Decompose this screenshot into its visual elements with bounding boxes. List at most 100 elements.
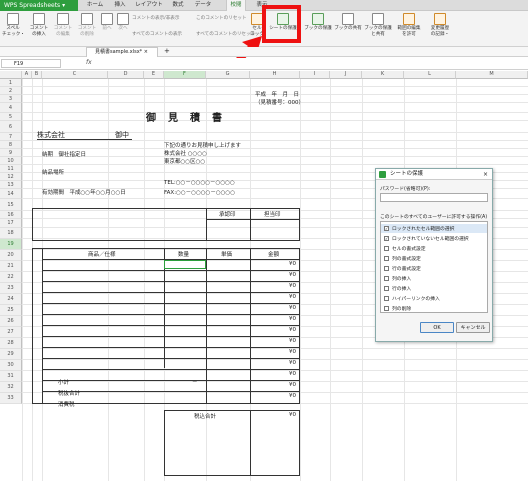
row-header[interactable]: 29: [0, 349, 22, 360]
column-header[interactable]: M: [456, 71, 528, 79]
allow-edit-ranges-button[interactable]: 範囲の編集 を許可: [394, 13, 424, 37]
row-header[interactable]: 8: [0, 141, 22, 149]
tab-data[interactable]: データ: [192, 0, 214, 11]
cancel-button[interactable]: キャンセル: [456, 322, 490, 333]
operation-option[interactable]: セルの書式設定: [381, 244, 487, 253]
tab-formulas[interactable]: 数式: [168, 0, 188, 11]
checkbox[interactable]: [384, 296, 389, 301]
checkbox[interactable]: ✓: [384, 226, 389, 231]
prev-comment-button[interactable]: 前へ: [100, 13, 114, 32]
checkbox[interactable]: [384, 306, 389, 311]
row-header[interactable]: 2: [0, 87, 22, 95]
row-header[interactable]: 17: [0, 219, 22, 228]
selected-cell[interactable]: [164, 260, 206, 269]
row-header[interactable]: 7: [0, 133, 22, 141]
checkbox[interactable]: [384, 266, 389, 271]
column-header[interactable]: D: [108, 71, 144, 79]
tab-layout[interactable]: レイアウト: [134, 0, 164, 11]
column-header[interactable]: A: [22, 71, 32, 79]
checkbox[interactable]: [384, 276, 389, 281]
column-header[interactable]: L: [404, 71, 456, 79]
operation-option[interactable]: ✓ ロックされていないセル範囲の選択: [381, 234, 487, 243]
row-header[interactable]: 32: [0, 382, 22, 393]
row-header[interactable]: 15: [0, 199, 22, 211]
operation-option[interactable]: 列の削除: [381, 304, 487, 312]
row-header[interactable]: 31: [0, 371, 22, 382]
checkbox[interactable]: [384, 246, 389, 251]
gridline: [22, 156, 528, 157]
password-input[interactable]: [380, 193, 488, 202]
protect-share-book-button[interactable]: ブックの保護 と共有: [364, 13, 392, 37]
row-header[interactable]: 21: [0, 261, 22, 272]
row-header[interactable]: 23: [0, 283, 22, 294]
track-changes-button[interactable]: 変更履歴 の記録・: [426, 13, 454, 37]
row-header[interactable]: 33: [0, 393, 22, 404]
app-menu-button[interactable]: WPS Spreadsheets ▾: [0, 0, 78, 11]
protect-book-button[interactable]: ブックの保護: [304, 13, 332, 32]
total-amount: ¥0: [289, 412, 296, 418]
column-header[interactable]: I: [300, 71, 330, 79]
row-header[interactable]: 9: [0, 149, 22, 157]
close-icon[interactable]: ×: [483, 169, 488, 180]
row-header[interactable]: 11: [0, 165, 22, 173]
document-tab[interactable]: 見積書sample.xlsx* ×: [86, 47, 158, 57]
column-header[interactable]: K: [362, 71, 404, 79]
spell-check-button[interactable]: スペル チェック・: [2, 13, 25, 37]
insert-comment-button[interactable]: コメント の挿入: [28, 13, 50, 37]
column-header[interactable]: C: [42, 71, 108, 79]
tab-insert[interactable]: 挿入: [110, 0, 130, 11]
ok-button[interactable]: OK: [420, 322, 454, 333]
name-box[interactable]: F19: [1, 59, 61, 68]
row-header[interactable]: 4: [0, 103, 22, 113]
operation-option[interactable]: 列の挿入: [381, 274, 487, 283]
row-header[interactable]: 18: [0, 228, 22, 239]
row-header[interactable]: 28: [0, 338, 22, 349]
edit-comment-button[interactable]: コメント の編集: [52, 13, 74, 37]
operation-option[interactable]: ✓ ロックされたセル範囲の選択: [381, 224, 487, 233]
reset-comment-button[interactable]: このコメントのリセット: [196, 15, 247, 21]
row-header[interactable]: 22: [0, 272, 22, 283]
tab-home[interactable]: ホーム: [84, 0, 106, 11]
next-comment-button[interactable]: 次へ: [116, 13, 130, 32]
checkbox[interactable]: [384, 256, 389, 261]
tab-review[interactable]: 校閲: [226, 0, 246, 11]
fx-icon[interactable]: fx: [86, 59, 92, 66]
row-header[interactable]: 27: [0, 327, 22, 338]
row-header[interactable]: 10: [0, 157, 22, 165]
new-tab-button[interactable]: +: [164, 47, 170, 55]
row-header[interactable]: 26: [0, 316, 22, 327]
column-header[interactable]: H: [250, 71, 300, 79]
gridline: [22, 148, 528, 149]
share-book-button[interactable]: ブックの共有: [334, 13, 362, 32]
checkbox[interactable]: [384, 286, 389, 291]
select-all-corner[interactable]: [0, 71, 22, 79]
row-header[interactable]: 13: [0, 181, 22, 189]
column-header[interactable]: G: [206, 71, 250, 79]
row-header[interactable]: 24: [0, 294, 22, 305]
show-comment-toggle[interactable]: コメントの表示/非表示: [132, 15, 180, 21]
column-header[interactable]: E: [144, 71, 164, 79]
row-header[interactable]: 19: [0, 239, 22, 250]
operation-option[interactable]: ハイパーリンクの挿入: [381, 294, 487, 303]
row-header[interactable]: 12: [0, 173, 22, 181]
row-header[interactable]: 30: [0, 360, 22, 371]
checkbox[interactable]: ✓: [384, 236, 389, 241]
operation-option[interactable]: 列の書式設定: [381, 254, 487, 263]
row-header[interactable]: 20: [0, 250, 22, 261]
amount-cell: ¥0: [289, 360, 296, 366]
row-header[interactable]: 14: [0, 189, 22, 199]
operation-option[interactable]: 行の書式設定: [381, 264, 487, 273]
delete-comment-button[interactable]: コメント の削除: [76, 13, 98, 37]
row-header[interactable]: 1: [0, 79, 22, 87]
row-header[interactable]: 16: [0, 211, 22, 219]
column-header[interactable]: B: [32, 71, 42, 79]
column-header[interactable]: F: [164, 71, 206, 79]
row-header[interactable]: 25: [0, 305, 22, 316]
row-header[interactable]: 6: [0, 121, 22, 133]
operation-option[interactable]: 行の挿入: [381, 284, 487, 293]
row-header[interactable]: 5: [0, 113, 22, 121]
show-all-comments-button[interactable]: すべてのコメントの表示: [132, 31, 182, 37]
column-header[interactable]: J: [330, 71, 362, 79]
allowed-operations-list[interactable]: ✓ ロックされたセル範囲の選択 ✓ ロックされていないセル範囲の選択 セルの書式設定 列の…: [380, 221, 488, 313]
row-header[interactable]: 3: [0, 95, 22, 103]
